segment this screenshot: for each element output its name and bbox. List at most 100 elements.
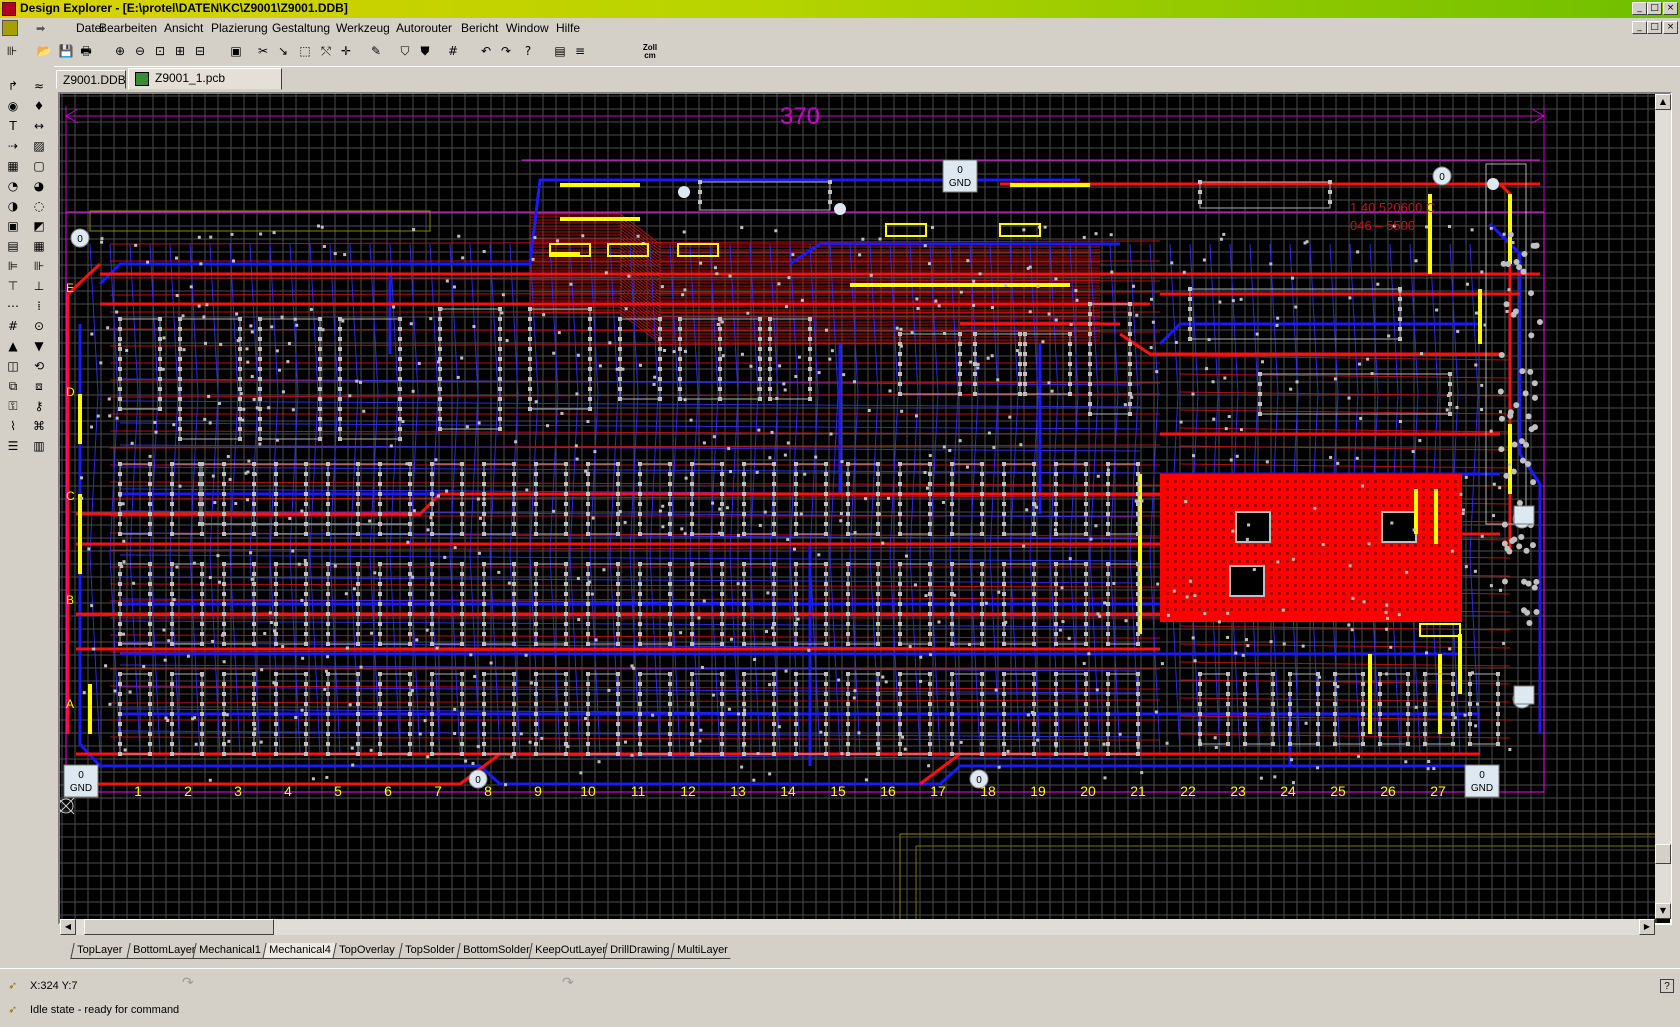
- undo-icon[interactable]: ↶: [478, 43, 494, 59]
- grid-snap-icon[interactable]: #: [5, 318, 21, 334]
- center-icon[interactable]: ⊙: [31, 318, 47, 334]
- layer-tab-multilayer[interactable]: MultiLayer: [670, 943, 734, 959]
- scroll-up-button[interactable]: ▲: [1655, 94, 1671, 110]
- cross-probe-icon[interactable]: ↘: [275, 43, 291, 59]
- close-button[interactable]: ×: [1663, 2, 1678, 15]
- redo-icon[interactable]: ↷: [498, 43, 514, 59]
- horizontal-scrollbar[interactable]: ◀ ▶: [60, 919, 1655, 935]
- help-button[interactable]: ?: [1660, 979, 1674, 993]
- mirror-icon[interactable]: ◫: [5, 358, 21, 374]
- vertical-scrollbar[interactable]: ▲ ▼: [1655, 94, 1671, 919]
- place-region-icon[interactable]: ◩: [31, 218, 47, 234]
- spacing-icon[interactable]: ⁞: [31, 298, 47, 314]
- layer-tab-topoverlay[interactable]: TopOverlay: [332, 943, 402, 959]
- help-icon[interactable]: ?: [520, 43, 536, 59]
- grid-icon[interactable]: #: [445, 43, 461, 59]
- group-icon[interactable]: ⧉: [5, 378, 21, 394]
- layer-tab-bottomsolder[interactable]: BottomSolder: [456, 943, 532, 959]
- send-back-icon[interactable]: ▼: [31, 338, 47, 354]
- menu-gestaltung[interactable]: Gestaltung: [272, 21, 330, 35]
- lock-icon[interactable]: ⚿: [5, 398, 21, 414]
- menu-autorouter[interactable]: Autorouter: [396, 21, 452, 35]
- align-left-icon[interactable]: ⊫: [5, 258, 21, 274]
- layer-tab-mechanical1[interactable]: Mechanical1: [192, 943, 266, 959]
- zoom-out-icon[interactable]: ⊖: [132, 43, 148, 59]
- place-arc-edge-icon[interactable]: ◕: [31, 178, 47, 194]
- zoom-in-icon[interactable]: ⊕: [112, 43, 128, 59]
- maximize-button[interactable]: □: [1647, 2, 1662, 15]
- align-right-icon[interactable]: ⊪: [31, 258, 47, 274]
- rule-icon[interactable]: ☰: [5, 438, 21, 454]
- place-arc-track-icon[interactable]: ≈: [31, 78, 47, 94]
- menu-bericht[interactable]: Bericht: [461, 21, 498, 35]
- highlight-icon[interactable]: ✎: [368, 43, 384, 59]
- place-via-icon[interactable]: ◉: [5, 98, 21, 114]
- design-explorer-icon[interactable]: ⊪: [4, 43, 20, 59]
- cut-icon[interactable]: ✂: [255, 43, 271, 59]
- doc-maximize-button[interactable]: □: [1647, 21, 1662, 34]
- layer-set-icon[interactable]: ▤: [552, 43, 568, 59]
- component-icon[interactable]: ⛊: [417, 43, 433, 59]
- menu-plazierung[interactable]: Plazierung: [211, 21, 268, 35]
- place-dimension-icon[interactable]: ⇢: [5, 138, 21, 154]
- scroll-down-button[interactable]: ▼: [1655, 903, 1671, 919]
- place-polygon-icon[interactable]: ▦: [5, 158, 21, 174]
- move-icon[interactable]: ✛: [338, 43, 354, 59]
- align-bottom-icon[interactable]: ⊥: [31, 278, 47, 294]
- browse-icon[interactable]: ▣: [228, 43, 244, 59]
- print-icon[interactable]: 🖶: [78, 43, 94, 59]
- open-folder-icon[interactable]: 📂: [36, 43, 52, 59]
- place-fill-icon[interactable]: ▨: [31, 138, 47, 154]
- place-arc-any-icon[interactable]: ◑: [5, 198, 21, 214]
- tab-z9001-ddb[interactable]: Z9001.DDB: [56, 70, 126, 89]
- menu-werkzeug[interactable]: Werkzeug: [336, 21, 390, 35]
- layer-tab-toplayer[interactable]: TopLayer: [70, 943, 130, 959]
- doc-close-button[interactable]: ×: [1663, 21, 1678, 34]
- menu-bearbeiten[interactable]: Bearbeiten: [99, 21, 157, 35]
- layer-tab-mechanical4[interactable]: Mechanical4: [262, 943, 336, 959]
- layer-tab-bottomlayer[interactable]: BottomLayer: [126, 943, 196, 959]
- align-top-icon[interactable]: ⊤: [5, 278, 21, 294]
- save-icon[interactable]: 💾: [58, 43, 74, 59]
- place-arc-center-icon[interactable]: ◔: [5, 178, 21, 194]
- place-track-icon[interactable]: ↱: [5, 78, 21, 94]
- place-string-icon[interactable]: T: [5, 118, 21, 134]
- deselect-icon[interactable]: ⤲: [318, 43, 334, 59]
- place-pad-icon[interactable]: ♦: [31, 98, 47, 114]
- layer-tab-keepoutlayer[interactable]: KeepOutLayer: [528, 943, 607, 959]
- units-toggle-button[interactable]: Zoll cm: [642, 44, 658, 60]
- rotate-icon[interactable]: ⟲: [31, 358, 47, 374]
- vertical-scroll-thumb[interactable]: [1655, 844, 1671, 864]
- layer-tab-topsolder[interactable]: TopSolder: [398, 943, 460, 959]
- pcb-canvas[interactable]: 3700000000GND0GND0GND1234567891011121314…: [58, 92, 1672, 925]
- place-full-circle-icon[interactable]: ◌: [31, 198, 47, 214]
- minimize-button[interactable]: _: [1632, 2, 1647, 15]
- place-room-icon[interactable]: ▢: [31, 158, 47, 174]
- menu-hilfe[interactable]: Hilfe: [556, 21, 580, 35]
- select-area-icon[interactable]: ⬚: [297, 43, 313, 59]
- ungroup-icon[interactable]: ⧈: [31, 378, 47, 394]
- place-keepout-icon[interactable]: ▤: [5, 238, 21, 254]
- horizontal-scroll-thumb[interactable]: [84, 919, 274, 935]
- layer-stack-icon[interactable]: ≡: [572, 43, 588, 59]
- scroll-left-button[interactable]: ◀: [60, 919, 76, 935]
- explorer-arrow-icon[interactable]: ➡: [36, 22, 56, 35]
- net-icon[interactable]: ⌇: [5, 418, 21, 434]
- menu-window[interactable]: Window: [506, 21, 549, 35]
- unlock-icon[interactable]: ⚷: [31, 398, 47, 414]
- app-icon[interactable]: [2, 2, 16, 16]
- place-array-icon[interactable]: ▦: [31, 238, 47, 254]
- class-icon[interactable]: ⌘: [31, 418, 47, 434]
- place-component-icon[interactable]: ▣: [5, 218, 21, 234]
- menu-ansicht[interactable]: Ansicht: [164, 21, 203, 35]
- document-icon[interactable]: [2, 20, 18, 36]
- zoom-fit-icon[interactable]: ⊡: [152, 43, 168, 59]
- doc-minimize-button[interactable]: _: [1632, 21, 1647, 34]
- layer-tab-drilldrawing[interactable]: DrillDrawing: [603, 943, 674, 959]
- bring-front-icon[interactable]: ▲: [5, 338, 21, 354]
- pcb-drawing[interactable]: 3700000000GND0GND0GND1234567891011121314…: [60, 94, 1657, 923]
- distribute-icon[interactable]: ⋯: [5, 298, 21, 314]
- report-icon[interactable]: ▥: [31, 438, 47, 454]
- library-icon[interactable]: ⛉: [397, 43, 413, 59]
- scroll-right-button[interactable]: ▶: [1639, 919, 1655, 935]
